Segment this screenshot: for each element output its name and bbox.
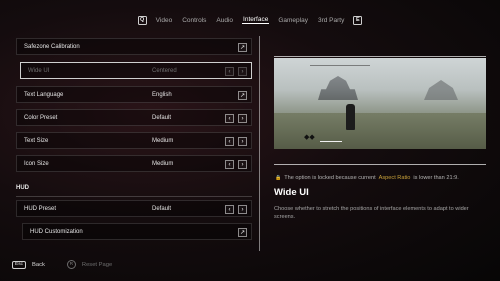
esc-key-icon[interactable]: Esc [12,260,26,269]
preview-character [346,104,355,130]
setting-label: Text Language [24,91,64,98]
setting-label: Safezone Calibration [24,43,80,50]
setting-value: English [152,91,172,98]
section-divider [16,196,252,197]
setting-row-wide-ui[interactable]: Wide UI Centered ‹ › [20,62,252,79]
tab-audio[interactable]: Audio [215,17,234,24]
setting-value: Default [152,205,172,212]
setting-label: HUD Customization [30,228,83,235]
lock-notice-accent: Aspect Ratio [378,175,411,181]
setting-row-text-size[interactable]: Text Size Medium ‹ › [16,132,252,149]
preview-ground [274,113,486,149]
setting-row-icon-size[interactable]: Icon Size Medium ‹ › [16,155,252,172]
open-arrow-icon[interactable]: ↗ [238,43,247,52]
tab-gameplay[interactable]: Gameplay [277,17,309,24]
next-tab-key-hint[interactable]: E [353,15,363,25]
tab-3rd-party[interactable]: 3rd Party [317,17,345,24]
next-option-icon[interactable]: › [238,160,247,169]
top-tab-bar: Q Video Controls Audio Interface Gamepla… [0,14,500,26]
preview-bottom-line [274,164,486,165]
back-button[interactable]: Back [32,262,45,268]
lock-icon: 🔒 [275,175,282,181]
bottom-hints: Esc Back R Reset Page [12,260,112,269]
prev-tab-key-hint[interactable]: Q [137,15,147,25]
setting-value: Centered [152,67,177,74]
setting-row-hud-preset[interactable]: HUD Preset Default ‹ › [16,200,252,217]
next-option-icon[interactable]: › [238,67,247,76]
tab-interface[interactable]: Interface [242,16,270,24]
lock-notice-prefix: The option is locked because current [284,175,376,181]
setting-row-color-preset[interactable]: Color Preset Default ‹ › [16,109,252,126]
prev-option-icon[interactable]: ‹ [225,160,234,169]
tab-controls[interactable]: Controls [181,17,207,24]
setting-value: Medium [152,137,174,144]
setting-label: Wide UI [28,67,50,74]
setting-label: Icon Size [24,160,49,167]
reset-key-icon[interactable]: R [66,260,76,269]
setting-value: Default [152,114,172,121]
prev-option-icon[interactable]: ‹ [225,114,234,123]
preview-hud-top [310,65,370,66]
open-arrow-icon[interactable]: ↗ [238,91,247,100]
next-option-icon[interactable]: › [238,137,247,146]
lock-notice-suffix: is lower than 21:9. [413,175,459,181]
info-description: Choose whether to stretch the positions … [274,206,469,220]
next-option-icon[interactable]: › [238,114,247,123]
setting-row-text-language[interactable]: Text Language English ↗ [16,86,252,103]
setting-row-safezone-calibration[interactable]: Safezone Calibration ↗ [16,38,252,55]
lock-notice: 🔒 The option is locked because current A… [275,175,459,181]
preview-castle [318,76,358,100]
preview-health-bar [320,141,342,142]
preview-hud-icons: ◆◆ [304,134,315,141]
panel-divider-line [259,36,260,251]
next-option-icon[interactable]: › [238,205,247,214]
setting-row-hud-customization[interactable]: HUD Customization ↗ [22,223,252,240]
prev-option-icon[interactable]: ‹ [225,205,234,214]
prev-option-icon[interactable]: ‹ [225,137,234,146]
setting-label: HUD Preset [24,205,57,212]
info-title: Wide UI [274,187,309,198]
prev-option-icon[interactable]: ‹ [225,67,234,76]
wide-ui-preview-image: ◆◆ [274,58,486,149]
tab-video[interactable]: Video [155,17,174,24]
open-arrow-icon[interactable]: ↗ [238,228,247,237]
setting-label: Text Size [24,137,49,144]
preview-top-line [274,56,486,57]
setting-label: Color Preset [24,114,58,121]
preview-castle [424,80,458,100]
reset-page-button[interactable]: Reset Page [82,262,112,268]
hud-section-title: HUD [16,185,29,191]
setting-value: Medium [152,160,174,167]
